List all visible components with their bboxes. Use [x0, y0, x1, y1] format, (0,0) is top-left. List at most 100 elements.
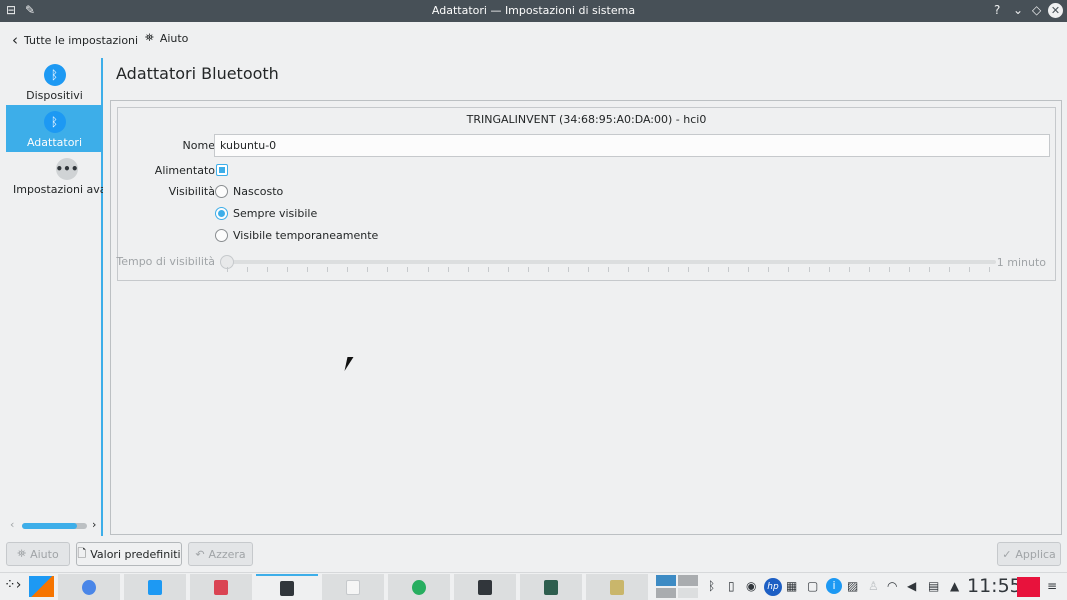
- slider-tick: [507, 267, 509, 272]
- button-label: Aiuto: [30, 547, 59, 561]
- timeout-label: Tempo di visibilità: [116, 255, 215, 268]
- expand-tray-icon[interactable]: ▲: [950, 579, 959, 593]
- update-icon[interactable]: ◉: [746, 579, 756, 593]
- chat-icon[interactable]: ▢: [807, 579, 818, 593]
- apply-button[interactable]: ✓ Applica: [997, 542, 1061, 566]
- slider-tick: [467, 267, 469, 272]
- toolbar: ‹ Tutte le impostazioni ⛯ Aiuto: [0, 22, 1067, 54]
- slider-tick: [347, 267, 349, 272]
- usb-icon[interactable]: ▯: [728, 579, 735, 593]
- task-terminal[interactable]: [454, 574, 516, 600]
- pager[interactable]: [656, 575, 698, 598]
- radio-sempre-visibile[interactable]: Sempre visibile: [215, 207, 317, 220]
- help-bottom-button[interactable]: ⛯ Aiuto: [6, 542, 70, 566]
- slider-tick: [828, 267, 830, 272]
- window-titlebar: ⊟ ✎ Adattatori — Impostazioni di sistema…: [0, 0, 1067, 22]
- page-title: Adattatori Bluetooth: [116, 64, 279, 83]
- button-label: Valori predefiniti: [90, 547, 181, 561]
- slider-tick: [848, 267, 850, 272]
- reset-button[interactable]: ↶ Azzera: [188, 542, 253, 566]
- slider-tick: [968, 267, 970, 272]
- slider-tick: [908, 267, 910, 272]
- sidebar-item-label: Adattatori: [26, 136, 83, 149]
- slider-tick: [327, 267, 329, 272]
- slider-tick: [648, 267, 650, 272]
- task-app-green[interactable]: [388, 574, 450, 600]
- task-dolphin[interactable]: [124, 574, 186, 600]
- help-button[interactable]: ⛯ Aiuto: [145, 31, 188, 45]
- radio-nascosto[interactable]: Nascosto: [215, 185, 283, 198]
- sidebar-item-dispositivi[interactable]: ᛒ Dispositivi: [6, 58, 103, 105]
- name-input[interactable]: kubuntu-0: [214, 134, 1050, 157]
- accessibility-icon[interactable]: i: [826, 578, 842, 594]
- slider-tick: [547, 267, 549, 272]
- slider-tick: [928, 267, 930, 272]
- slider-tick: [808, 267, 810, 272]
- slider-tick: [768, 267, 770, 272]
- sidebar-item-impostazioni-avanzate[interactable]: ••• Impostazioni avanzate: [6, 152, 106, 199]
- radio-visibile-temporaneamente[interactable]: Visibile temporaneamente: [215, 229, 378, 242]
- scrollbar-thumb[interactable]: [22, 523, 77, 529]
- bluetooth-tray-icon[interactable]: ᛒ: [708, 579, 715, 593]
- radio-label: Nascosto: [233, 185, 284, 198]
- clock[interactable]: 11:55: [967, 575, 1022, 597]
- sidebar-item-adattatori[interactable]: ᛒ Adattatori: [6, 105, 103, 152]
- display-icon[interactable]: ▦: [786, 579, 797, 593]
- slider-tick: [788, 267, 790, 272]
- slider-tick: [708, 267, 710, 272]
- adapter-header: TRINGALINVENT (34:68:95:A0:DA:00) - hci0: [466, 113, 707, 126]
- slider-tick: [427, 267, 429, 272]
- maximize-icon[interactable]: ◇: [1032, 3, 1041, 17]
- taskbar: ⁘› ᛒ ▯ ◉ hp ▦ ▢ i ▨ ♙ ◠ ◀ ▤ ▲ 11:55 ≡: [0, 572, 1067, 600]
- sidebar-item-label: Impostazioni avanzate: [13, 183, 103, 196]
- help-icon: ⛯: [17, 547, 27, 560]
- slider-tick: [748, 267, 750, 272]
- task-app-red[interactable]: [190, 574, 252, 600]
- clipboard-icon[interactable]: ▤: [928, 579, 939, 593]
- scroll-left-icon[interactable]: ‹: [10, 518, 14, 531]
- powered-label: Alimentato: [154, 164, 215, 177]
- slider-tick: [267, 267, 269, 272]
- adapter-group: TRINGALINVENT (34:68:95:A0:DA:00) - hci0…: [116, 107, 1056, 281]
- slider-tick: [868, 267, 870, 272]
- slider-tick: [247, 267, 249, 272]
- back-label: Tutte le impostazioni: [24, 33, 139, 47]
- slider-tick: [688, 267, 690, 272]
- name-label: Nome: [182, 139, 215, 152]
- timeout-slider[interactable]: [220, 254, 996, 274]
- sidebar-item-label: Dispositivi: [26, 89, 83, 102]
- back-button[interactable]: ‹ Tutte le impostazioni: [12, 31, 138, 49]
- slider-tick: [227, 267, 228, 272]
- scroll-right-icon[interactable]: ›: [92, 518, 96, 531]
- hp-icon[interactable]: hp: [764, 578, 782, 596]
- slider-tick: [447, 267, 449, 272]
- folder-icon[interactable]: [1017, 577, 1040, 597]
- slider-tick: [387, 267, 389, 272]
- task-system-monitor[interactable]: [520, 574, 582, 600]
- wifi-icon[interactable]: ◠: [887, 579, 897, 593]
- app-launcher-icon[interactable]: ⁘›: [4, 577, 21, 593]
- panel-menu-icon[interactable]: ≡: [1047, 579, 1057, 593]
- user-icon[interactable]: ♙: [868, 579, 879, 593]
- image-icon[interactable]: ▨: [847, 579, 858, 593]
- slider-tick: [608, 267, 609, 272]
- slider-tick: [888, 267, 890, 272]
- check-icon: ✓: [1002, 547, 1012, 561]
- desktop-icon[interactable]: [29, 576, 54, 597]
- slider-tick: [367, 267, 369, 272]
- task-chrome[interactable]: [58, 574, 120, 600]
- powered-checkbox[interactable]: [216, 164, 228, 176]
- slider-tick: [668, 267, 670, 272]
- defaults-button[interactable]: 🗋 Valori predefiniti: [76, 542, 182, 566]
- timeout-value: 1 minuto: [996, 256, 1046, 269]
- sidebar-scrollbar[interactable]: ‹ ›: [10, 518, 102, 532]
- slider-tick: [487, 267, 489, 272]
- help-icon[interactable]: ?: [994, 3, 1000, 17]
- volume-icon[interactable]: ◀: [907, 579, 916, 593]
- close-icon[interactable]: ✕: [1048, 3, 1063, 18]
- task-system-settings[interactable]: [256, 574, 318, 600]
- task-document[interactable]: [322, 574, 384, 600]
- help-label: Aiuto: [159, 31, 189, 45]
- task-app-keys[interactable]: [586, 574, 648, 600]
- minimize-icon[interactable]: ⌄: [1013, 3, 1023, 17]
